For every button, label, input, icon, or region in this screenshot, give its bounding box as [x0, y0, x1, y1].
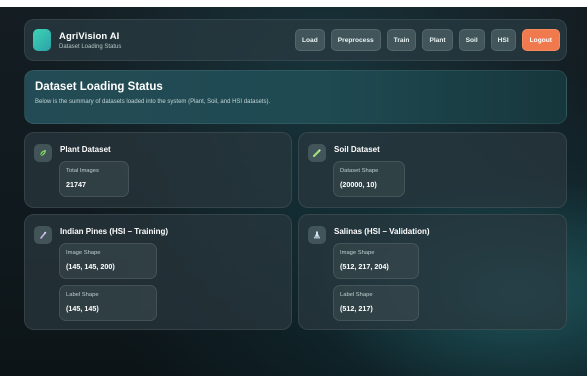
stat-value: 21747	[66, 180, 86, 189]
brand: AgriVision AI Dataset Loading Status	[59, 31, 121, 50]
pine-brush-icon	[34, 226, 52, 244]
nav-load-button[interactable]: Load	[294, 29, 325, 51]
salinas-card: Salinas (HSI – Validation) Image Shape (…	[298, 214, 567, 330]
stat-label: Label Shape	[66, 292, 99, 298]
navbar: AgriVision AI Dataset Loading Status Loa…	[24, 19, 567, 61]
nav-preprocess-button[interactable]: Preprocess	[330, 29, 381, 51]
page-title: Dataset Loading Status	[35, 81, 163, 93]
nav-plant-button[interactable]: Plant	[422, 29, 453, 51]
soil-test-icon	[308, 144, 326, 162]
plant-dataset-card: Plant Dataset Total Images 21747	[24, 132, 292, 208]
stat-label: Image Shape	[340, 250, 375, 256]
soil-dataset-shape-stat: Dataset Shape (20000, 10)	[333, 161, 405, 197]
stat-value: (512, 217, 204)	[340, 262, 389, 271]
salinas-image-shape-stat: Image Shape (512, 217, 204)	[333, 243, 419, 279]
stat-value: (145, 145, 200)	[66, 262, 115, 271]
logout-button[interactable]: Logout	[521, 29, 560, 51]
leaf-icon	[34, 144, 52, 162]
stat-value: (20000, 10)	[340, 180, 377, 189]
nav-train-button[interactable]: Train	[386, 29, 417, 51]
nav-hsi-button[interactable]: HSI	[490, 29, 516, 51]
salinas-label-shape-stat: Label Shape (512, 217)	[333, 285, 419, 321]
indian-pines-card: Indian Pines (HSI – Training) Image Shap…	[24, 214, 292, 330]
nav-soil-button[interactable]: Soil	[458, 29, 485, 51]
indian-pines-image-shape-stat: Image Shape (145, 145, 200)	[59, 243, 157, 279]
stat-value: (512, 217)	[340, 304, 373, 313]
page-description: Below is the summary of datasets loaded …	[35, 99, 271, 105]
app-logo	[33, 29, 51, 51]
status-panel: Dataset Loading Status Below is the summ…	[24, 70, 567, 124]
stat-value: (145, 145)	[66, 304, 99, 313]
stat-label: Image Shape	[66, 250, 101, 256]
soil-dataset-title: Soil Dataset	[334, 145, 380, 154]
salinas-title: Salinas (HSI – Validation)	[334, 227, 430, 236]
nav-menu: Load Preprocess Train Plant Soil HSI Log…	[294, 29, 560, 51]
top-edge	[0, 0, 587, 7]
plant-total-images-stat: Total Images 21747	[59, 161, 129, 197]
stat-label: Total Images	[66, 168, 99, 174]
app-title: AgriVision AI	[59, 30, 120, 42]
plant-dataset-title: Plant Dataset	[60, 145, 111, 154]
flask-icon	[308, 226, 326, 244]
app-subtitle: Dataset Loading Status	[59, 43, 122, 50]
stat-label: Label Shape	[340, 292, 373, 298]
indian-pines-label-shape-stat: Label Shape (145, 145)	[59, 285, 157, 321]
indian-pines-title: Indian Pines (HSI – Training)	[60, 227, 169, 236]
soil-dataset-card: Soil Dataset Dataset Shape (20000, 10)	[298, 132, 567, 208]
stat-label: Dataset Shape	[340, 168, 379, 174]
